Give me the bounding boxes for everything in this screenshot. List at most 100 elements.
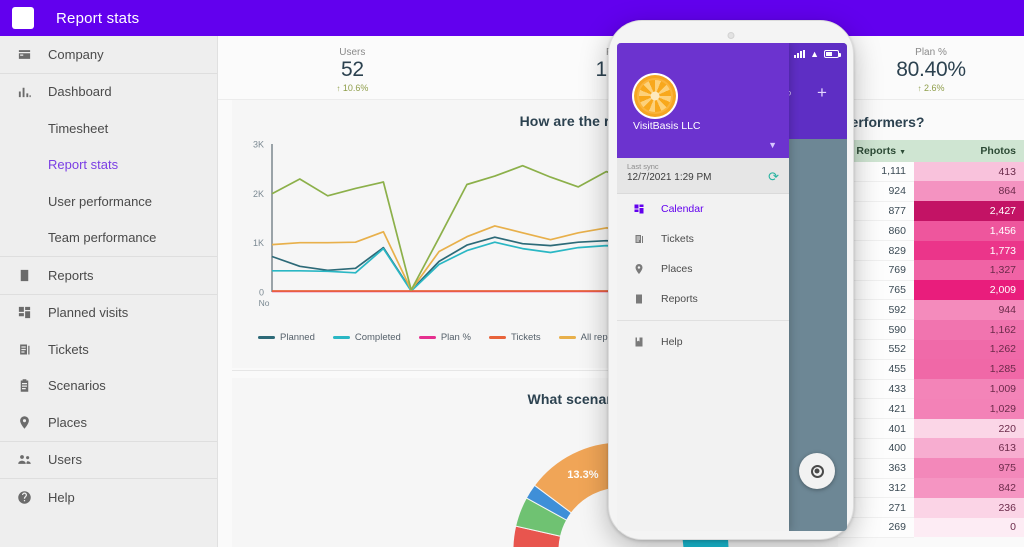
clipboard-check-icon: [631, 293, 647, 305]
table-row[interactable]: 765 2,009: [838, 280, 1024, 301]
cell-photos: 1,262: [914, 339, 1024, 360]
sidebar-item-label: Scenarios: [48, 378, 106, 394]
svg-text:13.3%: 13.3%: [567, 469, 598, 481]
table-row[interactable]: 421 1,029: [838, 398, 1024, 420]
drawer-item-label: Reports: [661, 293, 698, 305]
drawer-company-name: VisitBasis LLC: [633, 120, 701, 132]
table-row[interactable]: 271 236: [838, 497, 1024, 519]
table-row[interactable]: 1,111 413: [838, 162, 1024, 182]
legend-label: Completed: [354, 332, 401, 343]
help-circle-icon: [14, 487, 34, 507]
book-icon: [631, 336, 647, 348]
table-row[interactable]: 769 1,327: [838, 260, 1024, 281]
ticket-icon: [14, 339, 34, 359]
battery-icon: [824, 50, 841, 58]
locate-me-button[interactable]: [799, 453, 835, 489]
refresh-icon[interactable]: ⟳: [768, 169, 779, 185]
table-row[interactable]: 829 1,773: [838, 240, 1024, 261]
sidebar-item-places[interactable]: Places: [0, 404, 217, 441]
clipboard-check-icon: [14, 265, 34, 285]
table-row[interactable]: 552 1,262: [838, 339, 1024, 360]
svg-text:0: 0: [259, 288, 264, 298]
top-performers-title: performers?: [842, 114, 925, 130]
phone-nav-drawer: VisitBasis LLC ▼ Last sync 12/7/2021 1:2…: [617, 43, 789, 531]
table-header-row: Reports ▼ Photos: [838, 140, 1024, 162]
app-logo-square-icon[interactable]: [12, 7, 34, 29]
bar-chart-icon: [14, 82, 34, 102]
svg-text:2K: 2K: [253, 189, 264, 199]
table-row[interactable]: 590 1,162: [838, 319, 1024, 341]
kpi-value: 52: [340, 58, 364, 81]
legend-label: Tickets: [510, 332, 541, 343]
plus-icon[interactable]: +: [817, 83, 827, 103]
sidebar-item-label: Timesheet: [48, 120, 109, 136]
plan-percent-value: 80.40%: [896, 58, 966, 81]
sidebar-item-team-performance[interactable]: Team performance: [0, 220, 217, 257]
cell-photos: 1,029: [914, 398, 1024, 419]
sidebar-item-reports[interactable]: Reports: [0, 257, 217, 294]
drawer-item-calendar[interactable]: Calendar: [617, 194, 789, 224]
drawer-item-tickets[interactable]: Tickets: [617, 224, 789, 254]
legend-swatch-icon: [488, 336, 506, 339]
phone-screen: Vero BeachFort PiercePort St. LucieWest …: [617, 43, 847, 531]
table-row[interactable]: 269 0: [838, 517, 1024, 538]
phone-mockup: Vero BeachFort PiercePort St. LucieWest …: [608, 20, 854, 540]
svg-text:3K: 3K: [253, 140, 264, 150]
cell-photos: 613: [914, 438, 1024, 459]
sidebar-item-scenarios[interactable]: Scenarios: [0, 368, 217, 405]
sidebar-item-user-performance[interactable]: User performance: [0, 183, 217, 220]
kpi-card-users: Users 52 ↑ 10.6%: [218, 36, 487, 99]
table-row[interactable]: 312 842: [838, 478, 1024, 499]
kpi-delta-value: 10.6%: [342, 83, 369, 94]
sidebar-item-help[interactable]: Help: [0, 479, 217, 516]
table-row[interactable]: 363 975: [838, 458, 1024, 479]
sidebar-item-label: Users: [48, 452, 82, 468]
sidebar-item-planned-visits[interactable]: Planned visits: [0, 295, 217, 332]
ticket-icon: [631, 233, 647, 245]
chevron-down-icon: ▼: [899, 149, 906, 156]
sidebar-item-timesheet[interactable]: Timesheet: [0, 110, 217, 147]
cell-photos: 1,456: [914, 220, 1024, 241]
sync-label: Last sync: [627, 162, 659, 171]
table-row[interactable]: 592 944: [838, 299, 1024, 321]
phone-camera-icon: [727, 32, 735, 39]
wifi-icon: ▲: [810, 49, 819, 59]
sidebar-item-tickets[interactable]: Tickets: [0, 331, 217, 368]
column-header-photos[interactable]: Photos: [914, 140, 1024, 162]
drawer-item-reports[interactable]: Reports: [617, 284, 789, 314]
chevron-down-icon[interactable]: ▼: [768, 140, 777, 150]
legend-item-completed[interactable]: Completed: [332, 332, 401, 343]
sidebar-item-users[interactable]: Users: [0, 442, 217, 479]
legend-item-tickets[interactable]: Tickets: [488, 332, 541, 343]
table-row[interactable]: 401 220: [838, 418, 1024, 439]
plan-percent-delta: ↑ 2.6%: [838, 83, 1024, 93]
table-row[interactable]: 433 1,009: [838, 379, 1024, 400]
arrow-up-icon: ↑: [917, 84, 922, 94]
sidebar-item-label: Help: [48, 489, 75, 505]
drawer-item-label: Help: [661, 336, 683, 348]
cell-photos: 2,427: [914, 201, 1024, 221]
dashboard-grid-icon: [14, 303, 34, 323]
table-row[interactable]: 877 2,427: [838, 201, 1024, 222]
cell-photos: 864: [914, 181, 1024, 202]
cell-photos: 842: [914, 478, 1024, 498]
table-row[interactable]: 860 1,456: [838, 220, 1024, 242]
legend-item-planned[interactable]: Planned: [258, 332, 315, 343]
sidebar-item-report-stats[interactable]: Report stats: [0, 147, 217, 184]
cell-photos: 1,162: [914, 319, 1024, 340]
drawer-item-help[interactable]: Help: [617, 327, 789, 357]
sidebar-item-company[interactable]: Company: [0, 36, 217, 73]
clipboard-icon: [14, 376, 34, 396]
cell-photos: 1,009: [914, 379, 1024, 399]
drawer-divider: [617, 320, 789, 321]
sidebar-item-dashboard[interactable]: Dashboard: [0, 74, 217, 111]
locate-me-icon: [810, 464, 824, 478]
table-row[interactable]: 924 864: [838, 181, 1024, 202]
table-row[interactable]: 400 613: [838, 438, 1024, 459]
legend-item-plan-[interactable]: Plan %: [418, 332, 471, 343]
cell-photos: 944: [914, 299, 1024, 320]
sidebar-nav: Company Dashboard Timesheet Report stats Use…: [0, 36, 218, 547]
table-row[interactable]: 455 1,285: [838, 359, 1024, 380]
cell-photos: 1,773: [914, 240, 1024, 261]
drawer-item-places[interactable]: Places: [617, 254, 789, 284]
